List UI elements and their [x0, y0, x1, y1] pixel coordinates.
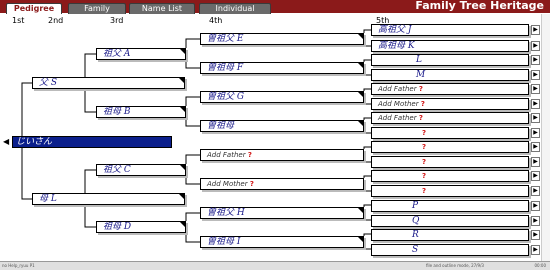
add-father-button[interactable]: Add Father ? — [371, 83, 529, 95]
add-father-button[interactable]: Add Father ? — [200, 149, 364, 161]
person-box-gen4[interactable]: 曽祖母 I — [200, 236, 364, 248]
expand-arrow-icon[interactable]: ▶ — [531, 41, 540, 51]
expand-arrow-icon[interactable]: ▶ — [531, 171, 540, 181]
expand-arrow-icon[interactable]: ▶ — [531, 113, 540, 123]
expand-arrow-icon[interactable]: ▶ — [531, 128, 540, 138]
empty-slot-label: ? — [422, 141, 426, 153]
empty-ancestor-slot[interactable]: ? — [371, 141, 529, 153]
person-box-gen4[interactable]: 曽祖母 F — [200, 62, 364, 74]
person-box-gen5[interactable]: Q — [371, 215, 529, 227]
empty-slot-label: ? — [422, 156, 426, 168]
root-person-name: じいさん — [16, 137, 53, 147]
person-name: R — [412, 230, 419, 240]
expand-arrow-icon[interactable]: ▶ — [531, 84, 540, 94]
add-mother-button[interactable]: Add Mother ? — [371, 98, 529, 110]
empty-ancestor-slot[interactable]: ? — [371, 185, 529, 197]
person-name: 高祖母 K — [378, 41, 415, 51]
expand-arrow-icon[interactable]: ▶ — [531, 70, 540, 80]
person-name: 祖父 A — [103, 49, 131, 59]
add-father-label: Add Father ? — [207, 151, 252, 159]
person-box-gen5[interactable]: S — [371, 244, 529, 256]
root-nav-left-icon[interactable]: ◀ — [3, 137, 9, 146]
expand-arrow-icon[interactable]: ▶ — [531, 25, 540, 35]
person-name: 曽祖父 E — [207, 34, 244, 44]
question-mark-icon: ? — [247, 151, 252, 159]
empty-ancestor-slot[interactable]: ? — [371, 127, 529, 139]
person-box-gen5[interactable]: 高祖母 K — [371, 40, 529, 52]
person-box-maternal-grandfather[interactable]: 祖父 C — [96, 164, 186, 176]
expand-arrow-icon[interactable]: ▶ — [531, 55, 540, 65]
person-name: 曽祖父 G — [207, 92, 245, 102]
add-mother-label: Add Mother ? — [207, 180, 254, 188]
person-name: M — [416, 70, 426, 80]
expand-arrow-icon[interactable]: ▶ — [531, 230, 540, 240]
person-box-gen4[interactable]: 曽祖父 H — [200, 207, 364, 219]
expand-arrow-icon[interactable]: ▶ — [531, 245, 540, 255]
person-box-gen4[interactable]: 曽祖父 G — [200, 91, 364, 103]
question-mark-icon: ? — [422, 158, 427, 166]
add-father-label: Add Father ? — [378, 85, 423, 93]
vertical-scrollbar[interactable] — [541, 14, 550, 261]
question-mark-icon: ? — [422, 143, 427, 151]
expand-arrow-icon[interactable]: ▶ — [531, 216, 540, 226]
person-box-paternal-grandfather[interactable]: 祖父 A — [96, 48, 186, 60]
person-name: 祖母 D — [103, 222, 132, 232]
question-mark-icon: ? — [418, 85, 423, 93]
add-father-label: Add Father ? — [378, 114, 423, 122]
question-mark-icon: ? — [249, 180, 254, 188]
add-mother-button[interactable]: Add Mother ? — [200, 178, 364, 190]
person-box-gen4[interactable]: 曽祖母 — [200, 120, 364, 132]
empty-ancestor-slot[interactable]: ? — [371, 170, 529, 182]
question-mark-icon: ? — [422, 129, 427, 137]
person-box-gen4[interactable]: 曽祖父 E — [200, 33, 364, 45]
expand-arrow-icon[interactable]: ▶ — [531, 201, 540, 211]
person-name: 曽祖父 H — [207, 208, 245, 218]
expand-arrow-icon[interactable]: ▶ — [531, 157, 540, 167]
question-mark-icon: ? — [422, 187, 427, 195]
person-name: Q — [412, 216, 420, 226]
person-name: 曽祖母 F — [207, 63, 244, 73]
root-person-box[interactable]: じいさん — [12, 136, 172, 148]
person-box-gen5[interactable]: L — [371, 54, 529, 66]
person-box-mother[interactable]: 母 L — [32, 193, 185, 205]
person-box-gen5[interactable]: 高祖父 J — [371, 24, 529, 36]
status-mid: file and outline mode, 27/9/3 — [426, 263, 484, 268]
person-box-paternal-grandmother[interactable]: 祖母 B — [96, 106, 186, 118]
expand-arrow-icon[interactable]: ▶ — [531, 186, 540, 196]
person-name: S — [412, 245, 419, 255]
person-name: L — [416, 55, 422, 65]
person-name: 祖母 B — [103, 107, 131, 117]
person-name: 曽祖母 — [207, 121, 235, 131]
person-name: P — [412, 201, 419, 211]
add-father-button[interactable]: Add Father ? — [371, 112, 529, 124]
person-box-gen5[interactable]: P — [371, 200, 529, 212]
status-bar: no Help_ryuu P1 file and outline mode, 2… — [0, 261, 550, 270]
empty-slot-label: ? — [422, 127, 426, 139]
empty-slot-label: ? — [422, 170, 426, 182]
empty-ancestor-slot[interactable]: ? — [371, 156, 529, 168]
person-name: 曽祖母 I — [207, 237, 241, 247]
person-name: 祖父 C — [103, 165, 131, 175]
person-box-maternal-grandmother[interactable]: 祖母 D — [96, 221, 186, 233]
status-right: 00:00 — [534, 263, 546, 268]
expand-arrow-icon[interactable]: ▶ — [531, 99, 540, 109]
person-box-gen5[interactable]: R — [371, 229, 529, 241]
person-name: 高祖父 J — [378, 25, 412, 35]
question-mark-icon: ? — [420, 100, 425, 108]
empty-slot-label: ? — [422, 185, 426, 197]
person-name: 母 L — [39, 194, 57, 204]
status-left: no Help_ryuu P1 — [2, 263, 35, 268]
add-mother-label: Add Mother ? — [378, 100, 425, 108]
person-box-gen5[interactable]: M — [371, 69, 529, 81]
person-box-father[interactable]: 父 S — [32, 77, 185, 89]
question-mark-icon: ? — [422, 172, 427, 180]
question-mark-icon: ? — [418, 114, 423, 122]
person-name: 父 S — [39, 78, 58, 88]
expand-arrow-icon[interactable]: ▶ — [531, 142, 540, 152]
